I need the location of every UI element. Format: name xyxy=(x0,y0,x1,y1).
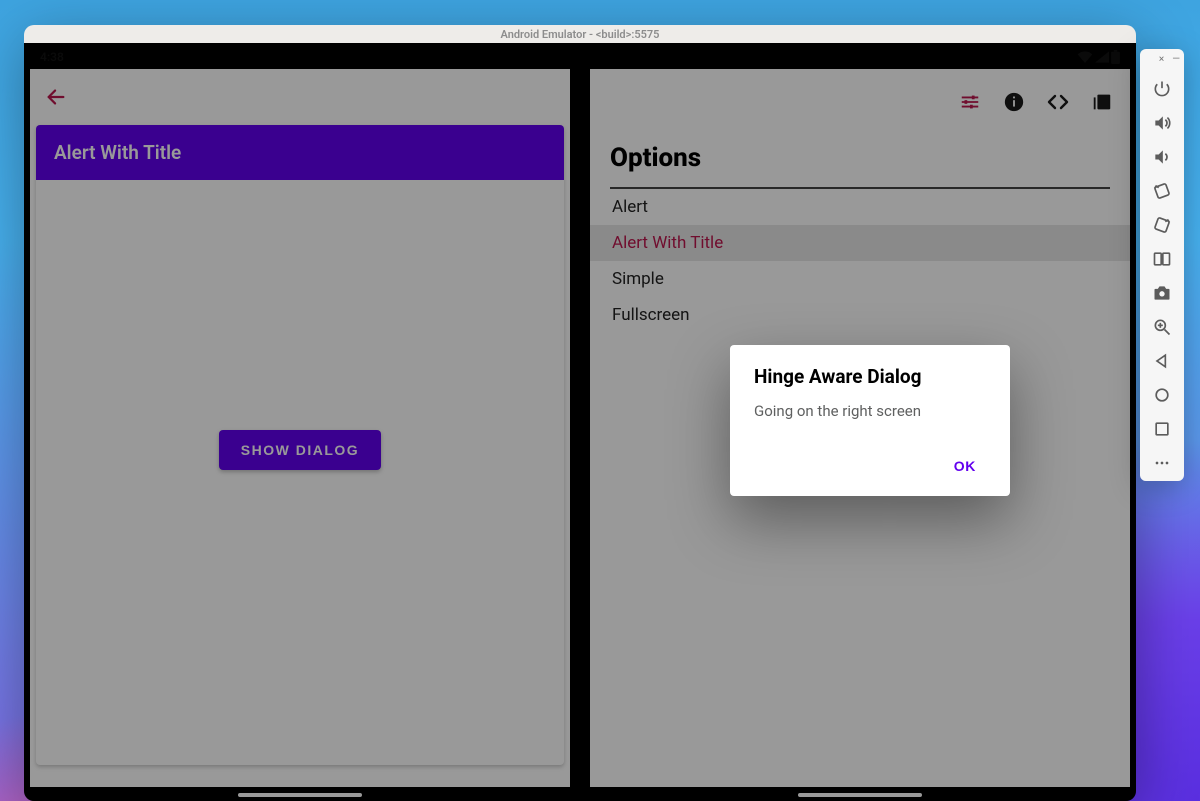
home-circle-icon xyxy=(1152,385,1172,405)
dialog-ok-button[interactable]: OK xyxy=(944,450,986,482)
rotate-right-icon xyxy=(1152,215,1172,235)
more-button[interactable] xyxy=(1147,451,1177,475)
emulator-side-toolbar: × — xyxy=(1140,49,1184,481)
camera-button[interactable] xyxy=(1147,281,1177,305)
back-triangle-icon xyxy=(1152,351,1172,371)
fold-icon xyxy=(1152,249,1172,269)
dialog-actions: OK xyxy=(754,450,986,486)
volume-down-icon xyxy=(1152,147,1172,167)
emulator-title: Android Emulator - <build>:5575 xyxy=(501,28,660,41)
side-close-icon[interactable]: × xyxy=(1159,55,1164,69)
zoom-icon xyxy=(1152,317,1172,337)
home-nav-button[interactable] xyxy=(1147,383,1177,407)
dialog-title: Hinge Aware Dialog xyxy=(754,365,986,388)
rotate-right-button[interactable] xyxy=(1147,213,1177,237)
emulator-window: Android Emulator - <build>:5575 Alert Wi… xyxy=(24,25,1136,801)
more-icon xyxy=(1152,453,1172,473)
dialog-body: Going on the right screen xyxy=(754,402,986,420)
back-nav-button[interactable] xyxy=(1147,349,1177,373)
emulator-titlebar: Android Emulator - <build>:5575 xyxy=(24,25,1136,43)
zoom-button[interactable] xyxy=(1147,315,1177,339)
device-frame: Alert With Title SHOW DIALOG xyxy=(24,43,1136,801)
side-minimize-icon[interactable]: — xyxy=(1172,55,1180,69)
rotate-left-icon xyxy=(1152,181,1172,201)
power-button[interactable] xyxy=(1147,77,1177,101)
fold-button[interactable] xyxy=(1147,247,1177,271)
camera-icon xyxy=(1152,283,1172,303)
rotate-left-button[interactable] xyxy=(1147,179,1177,203)
overview-square-icon xyxy=(1152,419,1172,439)
power-icon xyxy=(1152,79,1172,99)
volume-up-button[interactable] xyxy=(1147,111,1177,135)
overview-nav-button[interactable] xyxy=(1147,417,1177,441)
volume-up-icon xyxy=(1152,113,1172,133)
volume-down-button[interactable] xyxy=(1147,145,1177,169)
side-window-controls: × — xyxy=(1140,55,1184,69)
alert-dialog: Hinge Aware Dialog Going on the right sc… xyxy=(730,345,1010,496)
